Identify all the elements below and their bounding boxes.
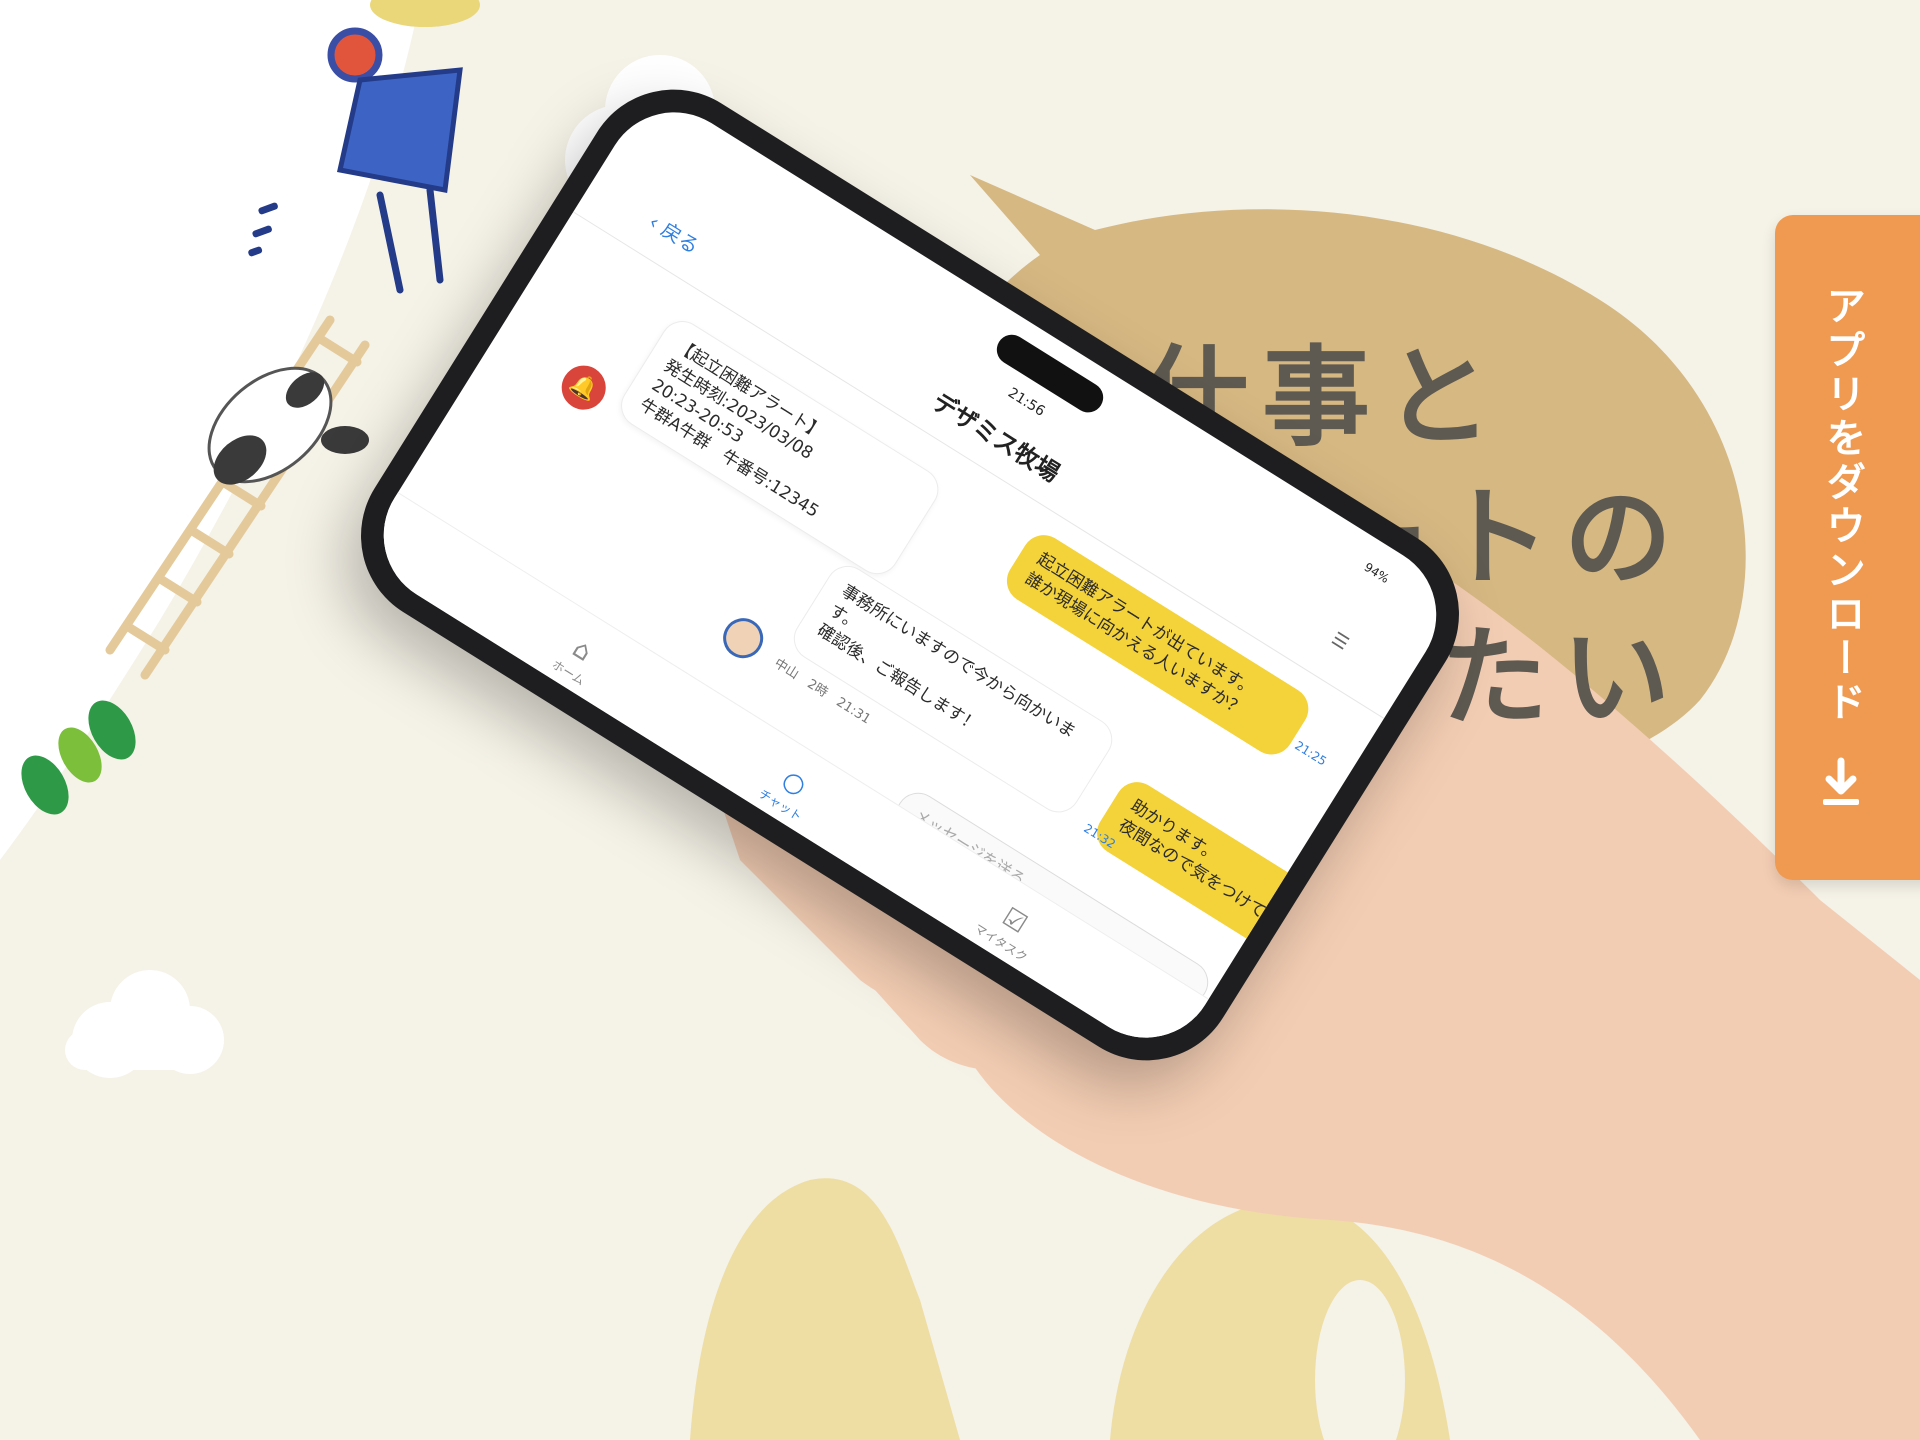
download-arrow-icon (1823, 757, 1859, 805)
bottom-blob-left (690, 1178, 960, 1440)
battery-status: 94% (1361, 559, 1392, 586)
cloud-bottom-left (65, 970, 224, 1078)
bell-icon: 🔔 (553, 357, 615, 418)
heading-line-3: たい (1440, 616, 1685, 741)
download-label: アプリをダウンロード (1819, 285, 1865, 725)
download-app-button[interactable]: アプリをダウンロード (1775, 215, 1920, 880)
avatar (715, 610, 771, 666)
in-line-2: す。 (825, 600, 864, 635)
out1-line-1: 起立困難アラートが出ています。 (1033, 549, 1259, 701)
status-time: 21:56 (1004, 384, 1048, 420)
out1-time: 21:25 (1292, 738, 1330, 769)
